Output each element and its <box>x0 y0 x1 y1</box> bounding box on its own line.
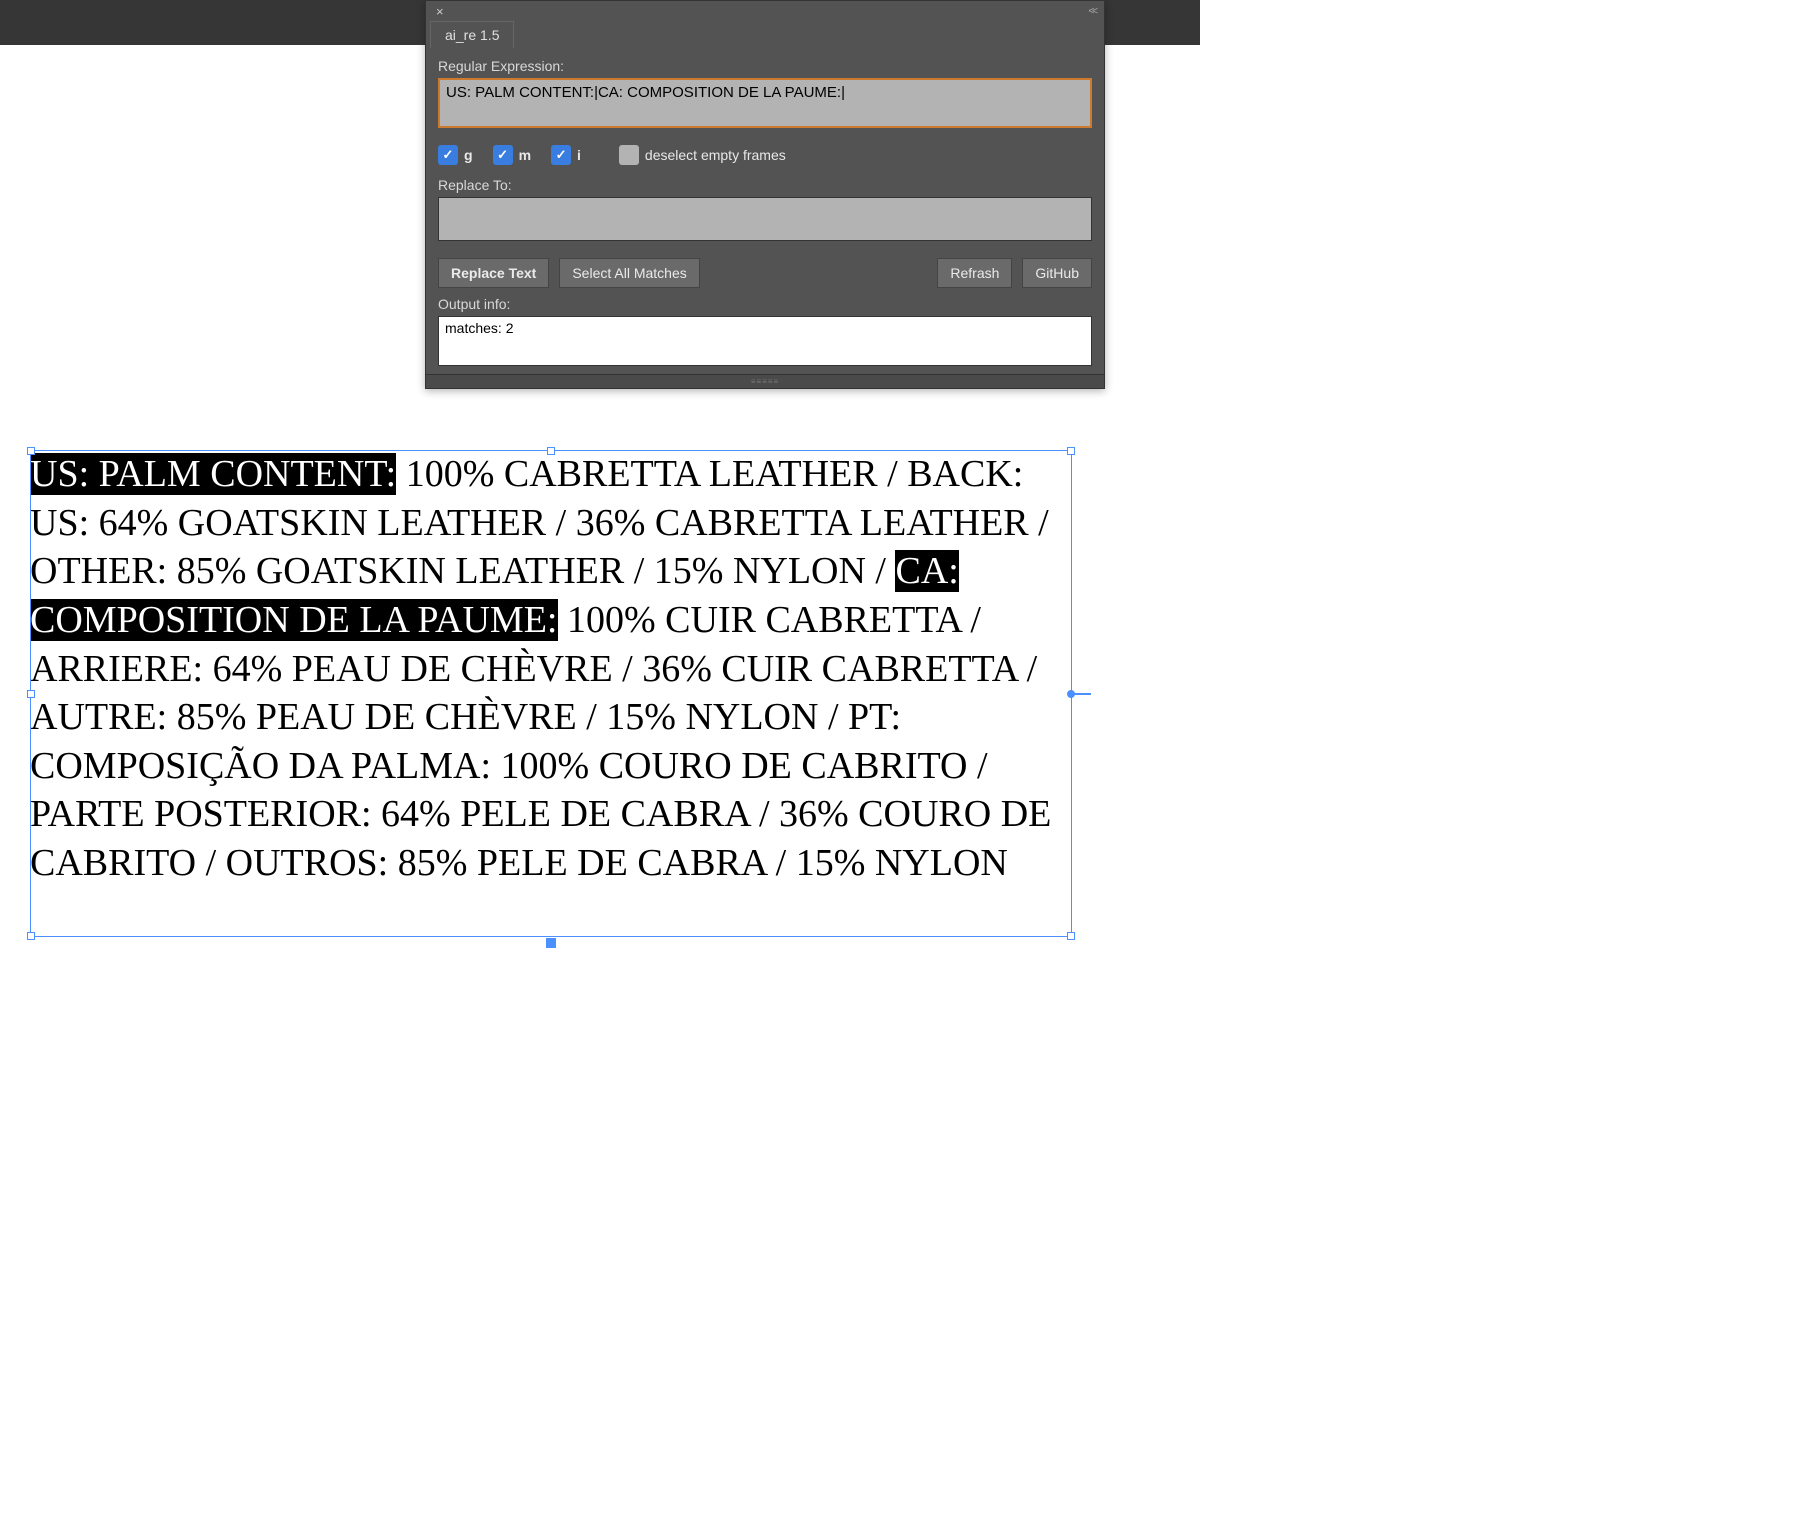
flag-i-checkbox[interactable]: ✓ <box>551 145 571 165</box>
body-text[interactable]: 100% CUIR CABRETTA / ARRIERE: 64% PEAU D… <box>30 599 1051 884</box>
regex-panel: × << ai_re 1.5 Regular Expression: ✓ g ✓… <box>425 0 1105 389</box>
centerpoint-line <box>550 938 552 948</box>
replace-label: Replace To: <box>438 177 1092 193</box>
panel-header: × << <box>426 1 1104 21</box>
output-label: Output info: <box>438 296 1092 312</box>
panel-tab-row: ai_re 1.5 <box>426 21 1104 48</box>
text-frame[interactable]: US: PALM CONTENT: 100% CABRETTA LEATHER … <box>30 450 1072 937</box>
refresh-button[interactable]: Refrash <box>937 258 1012 288</box>
flag-g-checkbox[interactable]: ✓ <box>438 145 458 165</box>
collapse-icon[interactable]: << <box>1088 6 1096 17</box>
output-box: matches: 2 <box>438 316 1092 366</box>
flags-row: ✓ g ✓ m ✓ i deselect empty frames <box>438 145 1092 165</box>
regex-label: Regular Expression: <box>438 58 1092 74</box>
deselect-label: deselect empty frames <box>645 147 786 163</box>
github-button[interactable]: GitHub <box>1022 258 1092 288</box>
handle-bottom-left[interactable] <box>27 932 35 940</box>
deselect-checkbox[interactable] <box>619 145 639 165</box>
regex-input[interactable] <box>438 78 1092 128</box>
flag-i-label: i <box>577 147 581 163</box>
panel-drag-footer[interactable]: ≡≡≡≡≡ <box>426 374 1104 388</box>
handle-bottom-middle[interactable] <box>546 938 556 948</box>
text-content[interactable]: US: PALM CONTENT: 100% CABRETTA LEATHER … <box>30 450 1072 888</box>
tab-ai-re[interactable]: ai_re 1.5 <box>430 21 514 48</box>
flag-g-label: g <box>464 147 473 163</box>
replace-text-button[interactable]: Replace Text <box>438 258 549 288</box>
flag-m-checkbox[interactable]: ✓ <box>493 145 513 165</box>
close-icon[interactable]: × <box>432 4 448 19</box>
outport-line <box>1071 693 1091 695</box>
matched-text[interactable]: US: PALM CONTENT: <box>30 453 396 495</box>
select-all-matches-button[interactable]: Select All Matches <box>559 258 699 288</box>
button-row: Replace Text Select All Matches Refrash … <box>438 258 1092 288</box>
handle-bottom-right[interactable] <box>1067 932 1075 940</box>
replace-input[interactable] <box>438 197 1092 241</box>
flag-m-label: m <box>519 147 531 163</box>
panel-body: Regular Expression: ✓ g ✓ m ✓ i deselect… <box>426 48 1104 374</box>
